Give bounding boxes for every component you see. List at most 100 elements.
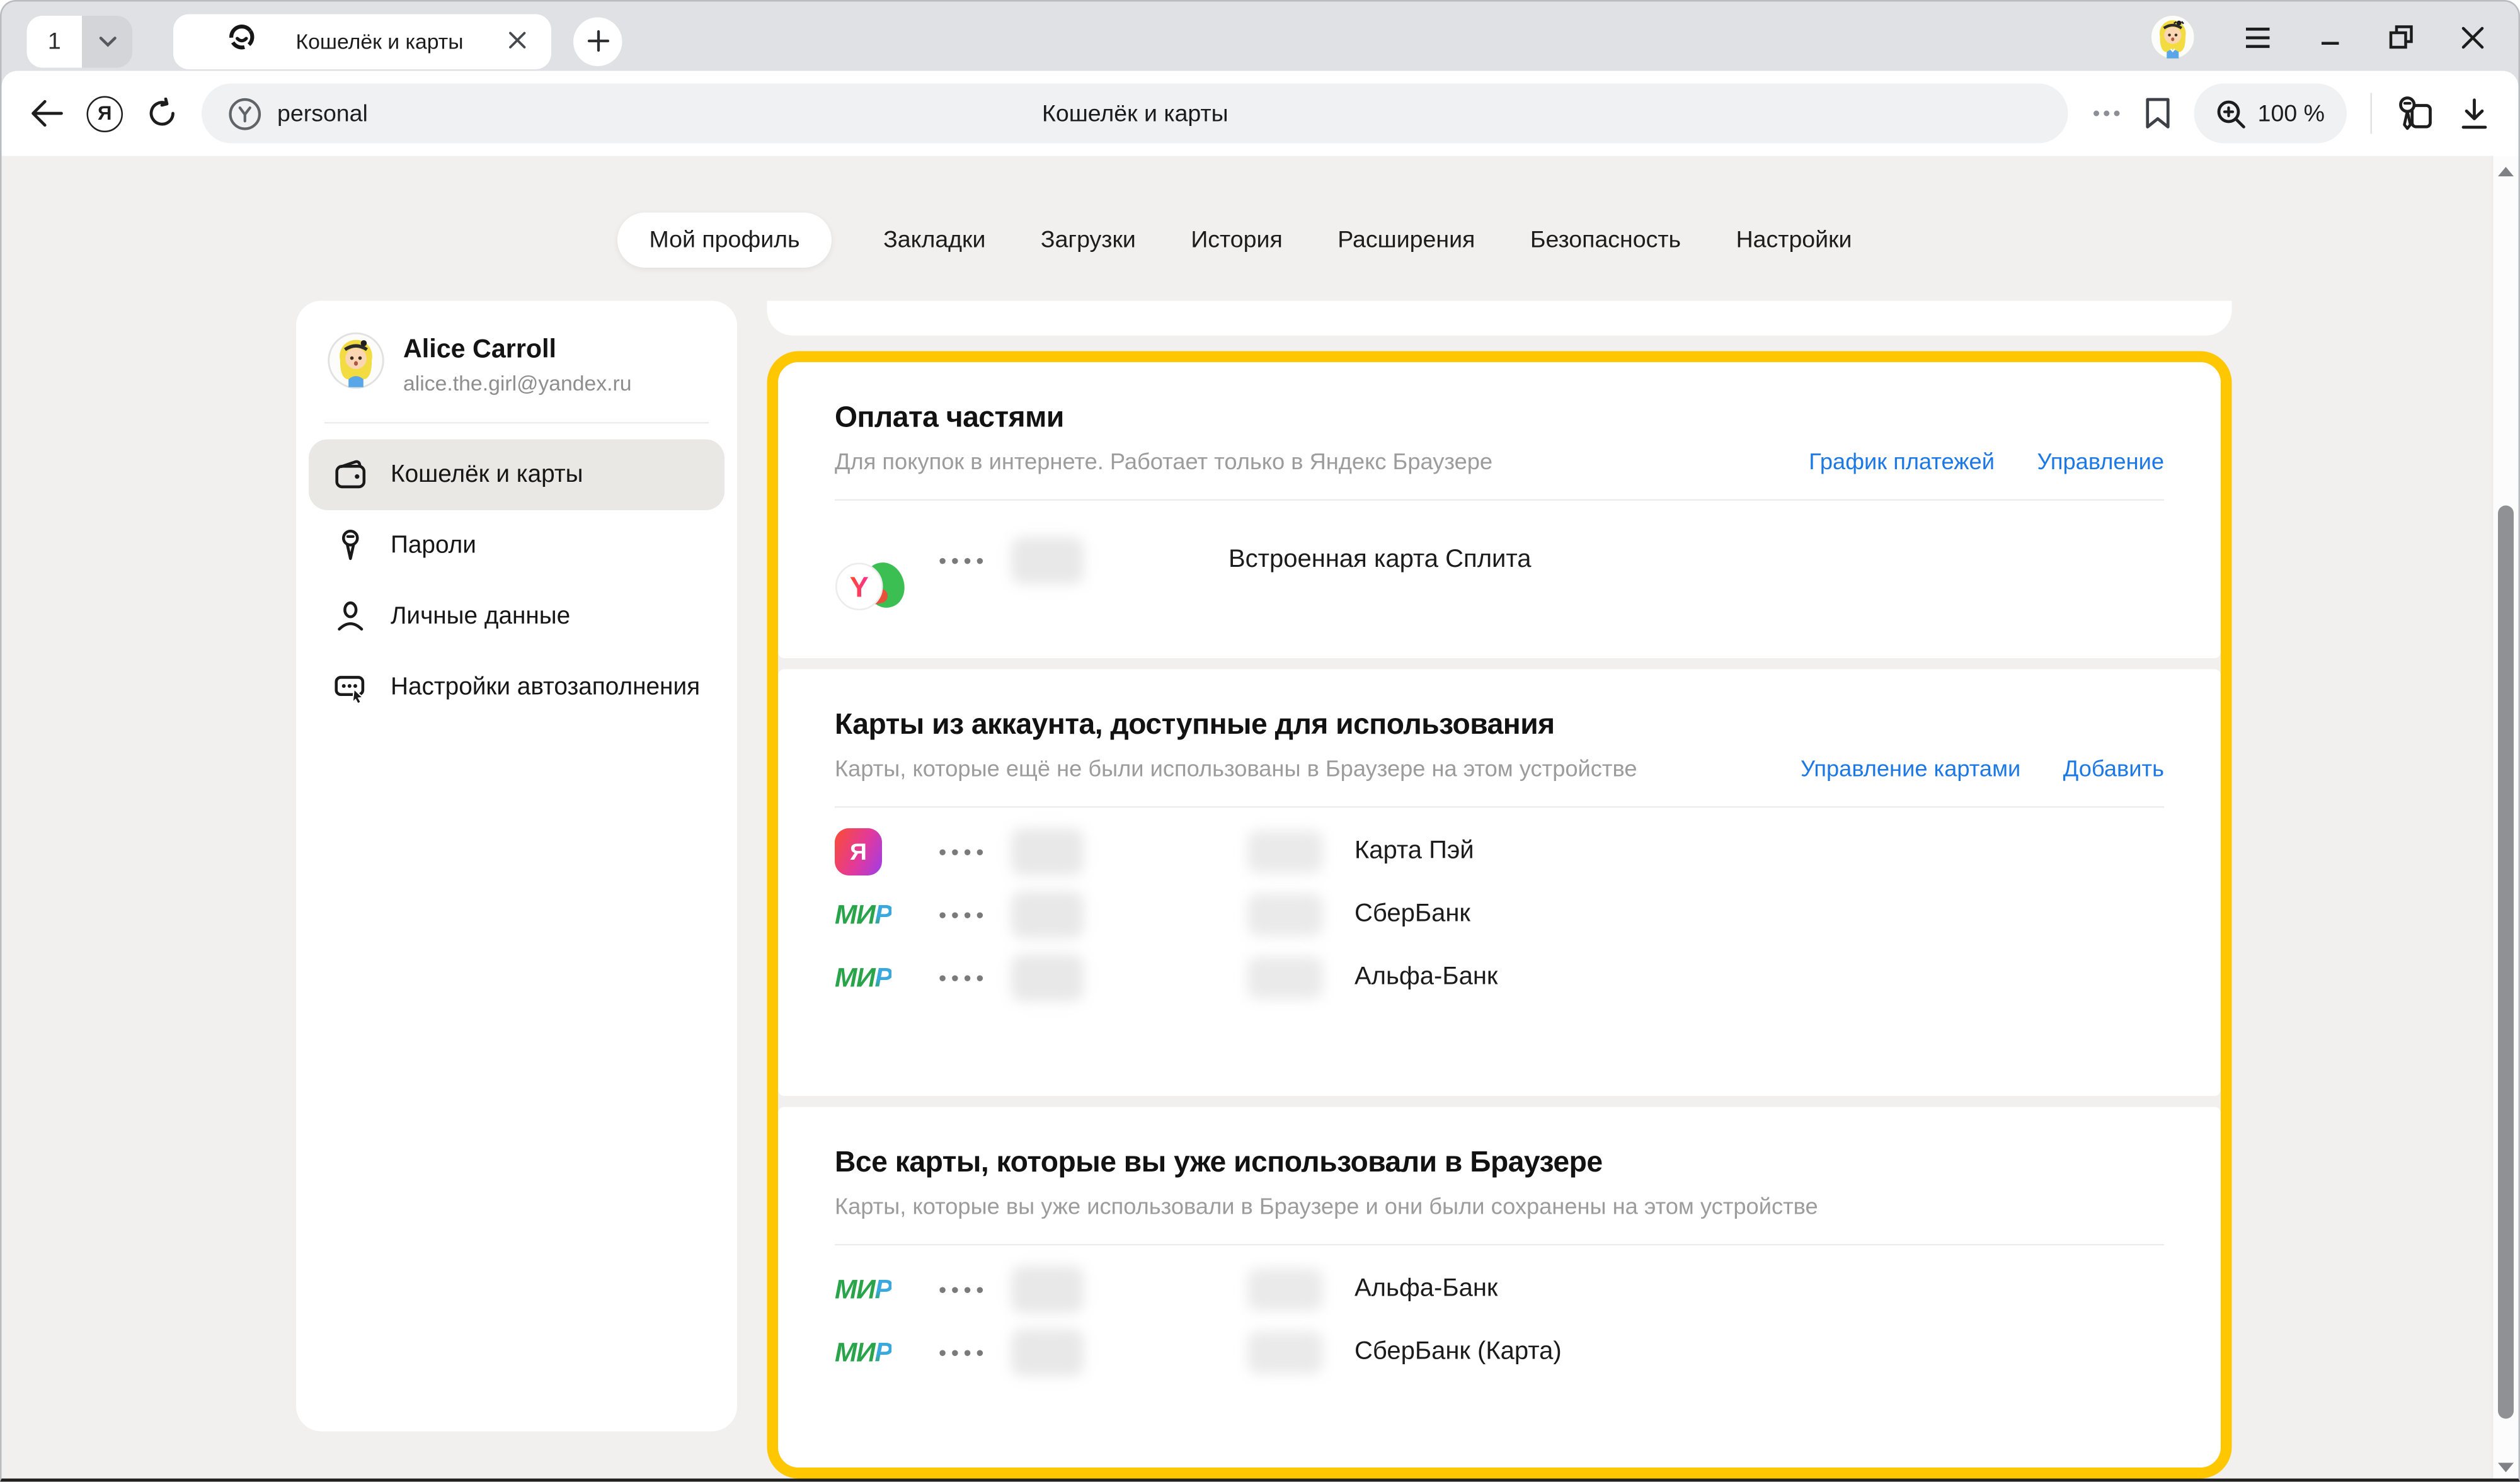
profile-name: Alice Carroll [403,334,632,365]
toolbar: Я personal Кошелёк и карты 100 % [2,71,2519,156]
card-row[interactable]: МИР •••• Альфа-Банк [835,1258,2164,1321]
mir-logo-icon: МИР [835,1339,892,1366]
chevron-down-icon[interactable] [82,15,132,67]
previous-card-bottom [767,301,2232,336]
key-icon [331,528,369,564]
tab-my-profile[interactable]: Мой профиль [617,213,831,268]
card-row[interactable]: МИР •••• Альфа-Банк [835,947,2164,1010]
sidebar-divider [324,422,709,424]
scrollbar-thumb[interactable] [2498,506,2514,1419]
yandex-id-shield-icon[interactable] [227,95,263,132]
main-column: Оплата частями Для покупок в интернете. … [767,301,2232,1479]
wallet-icon [331,457,369,493]
address-bar-page-title: Кошелёк и карты [202,100,2069,127]
sidebar-item-label: Пароли [391,530,476,561]
card-row[interactable]: МИР •••• СберБанк (Карта) [835,1321,2164,1384]
scroll-up-arrow-icon[interactable] [2498,167,2514,176]
window-close-button[interactable] [2462,26,2484,56]
window-minimize-button[interactable] [2320,27,2341,55]
reload-icon[interactable] [147,98,178,129]
card-row[interactable]: МИР •••• СберБанк [835,884,2164,947]
sidebar-item-label: Личные данные [391,601,570,632]
more-options-icon[interactable] [2092,109,2122,118]
zoom-level-label: 100 % [2258,100,2325,127]
add-card-link[interactable]: Добавить [2063,758,2164,783]
blurred-card-number [1011,891,1084,938]
avatar [328,333,384,397]
bookmark-icon[interactable] [2146,98,2171,129]
sidebar-item-personal-data[interactable]: Личные данные [309,581,724,653]
settings-nav-tabs: Мой профиль Закладки Загрузки История Ра… [2,213,2471,268]
split-payments-card: Оплата частями Для покупок в интернете. … [778,362,2221,658]
masked-digits: •••• [939,1277,988,1302]
sidebar-item-passwords[interactable]: Пароли [309,510,724,581]
tab-history[interactable]: История [1188,213,1285,268]
masked-digits: •••• [939,1340,988,1365]
sidebar-item-wallet-cards[interactable]: Кошелёк и карты [309,440,724,511]
back-icon[interactable] [30,100,64,128]
section-subtitle: Карты, которые вы уже использовали в Бра… [835,1195,2164,1221]
window-restore-button[interactable] [2390,25,2414,57]
address-bar[interactable]: personal Кошелёк и карты [202,84,2069,144]
avatar[interactable] [2150,14,2196,68]
mir-logo-icon: МИР [835,1276,892,1303]
manage-link[interactable]: Управление [2037,450,2164,476]
tab-extensions[interactable]: Расширения [1334,213,1478,268]
yandex-ya-icon[interactable]: Я [87,95,123,132]
tab-bookmarks[interactable]: Закладки [880,213,988,268]
tab-close-icon[interactable] [503,26,533,56]
mir-logo-icon: МИР [835,901,892,928]
masked-digits: •••• [939,840,988,865]
profile-email: alice.the.girl@yandex.ru [403,371,632,395]
masked-digits: •••• [939,903,988,928]
person-icon [331,598,369,635]
scroll-down-arrow-icon[interactable] [2498,1463,2514,1473]
blurred-card-number [1011,1266,1084,1313]
toolbar-divider [2371,93,2373,134]
zoom-control[interactable]: 100 % [2195,84,2347,144]
masked-digits: •••• [939,966,988,991]
blurred-card-expiry [1247,831,1323,874]
sidebar-item-label: Кошелёк и карты [391,460,583,490]
svg-text:Y: Y [850,571,869,603]
card-name: СберБанк (Карта) [1354,1338,1562,1367]
yandex-pay-icon: Я [835,828,882,875]
section-subtitle: Карты, которые ещё не были использованы … [835,758,1801,783]
tab-counter[interactable]: 1 [27,15,133,67]
new-tab-button[interactable] [573,16,622,66]
used-cards-card: Все карты, которые вы уже использовали в… [778,1107,2221,1468]
page-scrollbar[interactable] [2492,156,2519,1482]
tab-count-label: 1 [27,15,83,67]
tab-bar: 1 Кошелёк и карты [2,2,2519,71]
section-title: Все карты, которые вы уже использовали в… [835,1145,2164,1180]
section-title: Карты из аккаунта, доступные для использ… [835,707,2164,742]
autofill-form-icon [331,670,369,706]
sidebar-item-autofill-settings[interactable]: Настройки автозаполнения [309,652,724,723]
card-row[interactable]: Y •••• Встроенная карта Сплита [835,513,2164,608]
payment-schedule-link[interactable]: График платежей [1809,450,1995,476]
downloads-icon[interactable] [2459,97,2490,130]
tab-title: Кошелёк и карты [257,29,503,53]
blurred-card-number [1011,828,1084,875]
mir-logo-icon: МИР [835,964,892,991]
card-name: Альфа-Банк [1354,964,1498,992]
card-divider [835,499,2164,501]
tab-security[interactable]: Безопасность [1527,213,1684,268]
tab-downloads[interactable]: Загрузки [1038,213,1139,268]
card-divider [835,806,2164,808]
menu-hamburger-icon[interactable] [2245,26,2272,56]
blurred-card-number [1011,1329,1084,1376]
masked-digits: •••• [939,548,988,573]
browser-window-scaler: 1 Кошелёк и карты [0,0,2520,1482]
tab-settings[interactable]: Настройки [1733,213,1855,268]
profile-block: Alice Carroll alice.the.girl@yandex.ru [328,333,709,397]
browser-tab[interactable]: Кошелёк и карты [173,13,551,69]
blurred-card-expiry [1247,1331,1323,1374]
manage-cards-link[interactable]: Управление картами [1801,758,2020,783]
section-title: Оплата частями [835,400,2164,435]
profile-sidebar: Alice Carroll alice.the.girl@yandex.ru К… [296,301,737,1432]
blurred-card-number [1011,954,1084,1001]
card-row[interactable]: Я •••• Карта Пэй [835,821,2164,884]
passwords-key-card-icon[interactable] [2396,94,2436,132]
url-text[interactable]: personal [277,100,368,127]
